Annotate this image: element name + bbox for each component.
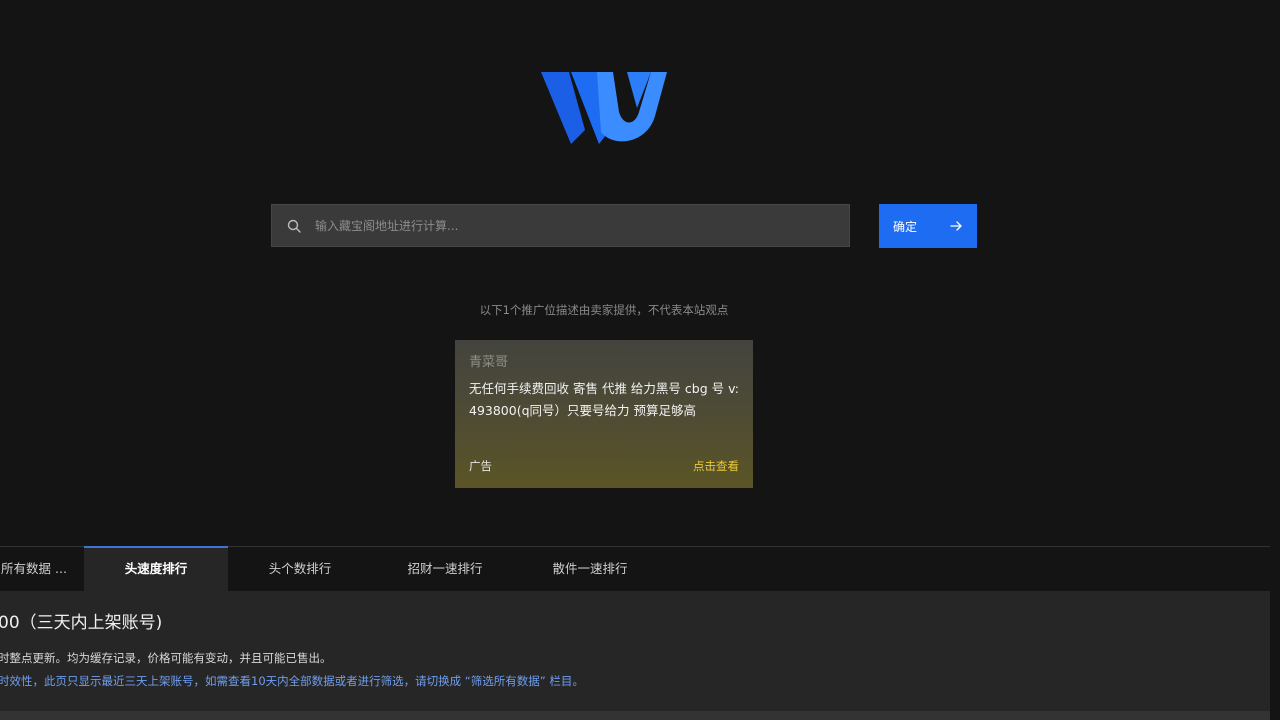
update-note: 时整点更新。均为缓存记录，价格可能有变动，并且可能已售出。 bbox=[0, 651, 332, 665]
ad-view-link[interactable]: 点击查看 bbox=[693, 458, 739, 474]
confirm-button[interactable]: 确定 bbox=[879, 204, 977, 248]
search-input[interactable] bbox=[315, 205, 849, 246]
search-icon bbox=[287, 219, 301, 233]
section-title: 00（三天内上架账号) bbox=[0, 613, 163, 633]
right-gutter bbox=[1270, 546, 1280, 720]
search-box bbox=[271, 204, 850, 247]
ad-card[interactable]: 青菜哥 无任何手续费回收 寄售 代推 给力黑号 cbg 号 v: 493800(… bbox=[455, 340, 753, 488]
ad-description: 无任何手续费回收 寄售 代推 给力黑号 cbg 号 v: 493800(q同号）… bbox=[469, 381, 740, 418]
confirm-button-label: 确定 bbox=[893, 219, 918, 234]
page: 确定 以下1个推广位描述由卖家提供，不代表本站观点 青菜哥 无任何手续费回收 寄… bbox=[0, 0, 1280, 720]
arrow-right-icon bbox=[950, 221, 962, 231]
w-logo-icon bbox=[541, 72, 667, 144]
timeliness-note: 时效性，此页只显示最近三天上架账号，如需查看10天内全部数据或者进行筛选，请切换… bbox=[0, 674, 584, 688]
tab-head-speed-ranking[interactable]: 头速度排行 bbox=[84, 546, 228, 592]
list-header-strip bbox=[0, 711, 1270, 720]
tab-head-count-ranking[interactable]: 头个数排行 bbox=[240, 547, 360, 591]
ranking-tabs: 所有数据 ... 头速度排行 头个数排行 招财一速排行 散件一速排行 bbox=[0, 546, 1270, 592]
ad-footer: 广告 点击查看 bbox=[469, 458, 739, 474]
ad-disclaimer: 以下1个推广位描述由卖家提供，不代表本站观点 bbox=[479, 303, 729, 317]
ad-seller-name: 青菜哥 bbox=[469, 355, 509, 370]
ad-tag: 广告 bbox=[469, 459, 492, 473]
tab-zhaocai-speed-ranking[interactable]: 招财一速排行 bbox=[385, 547, 505, 591]
tab-all-data[interactable]: 所有数据 ... bbox=[0, 547, 72, 591]
content-panel: 00（三天内上架账号) 时整点更新。均为缓存记录，价格可能有变动，并且可能已售出… bbox=[0, 591, 1270, 720]
tab-sanjian-speed-ranking[interactable]: 散件一速排行 bbox=[530, 547, 650, 591]
